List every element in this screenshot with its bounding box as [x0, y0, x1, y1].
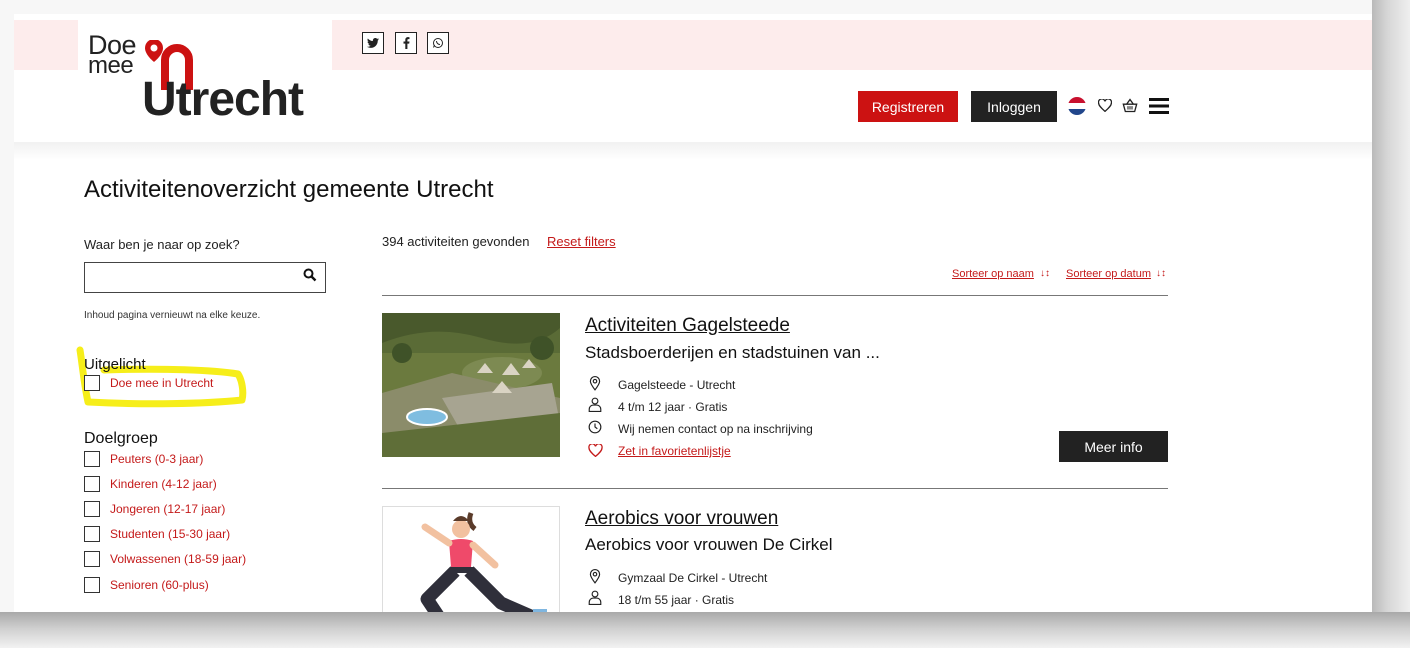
- audience-option-label[interactable]: Studenten (15-30 jaar): [110, 527, 230, 541]
- audience-checkbox[interactable]: [84, 551, 100, 567]
- featured-checkbox[interactable]: [84, 375, 100, 391]
- window-frame-left: [0, 0, 14, 648]
- site-logo[interactable]: Doe mee in Utrecht: [78, 20, 332, 138]
- activity-title[interactable]: Aerobics voor vrouwen: [585, 508, 778, 530]
- activity-location: Gymzaal De Cirkel - Utrecht: [618, 571, 768, 585]
- location-icon: [589, 569, 601, 584]
- activity-audience: 18 t/m 55 jaar · Gratis: [618, 593, 735, 607]
- more-info-button[interactable]: Meer info: [1059, 431, 1168, 462]
- logo-text-utrecht: Utrecht: [142, 73, 304, 126]
- audience-option-label[interactable]: Volwassenen (18-59 jaar): [110, 552, 246, 566]
- sort-az-icon[interactable]: ↓↕: [1040, 268, 1050, 279]
- audience-checkbox[interactable]: [84, 476, 100, 492]
- header-shadow: [14, 142, 1372, 160]
- favorite-heart-icon[interactable]: [588, 444, 603, 457]
- browser-viewport: Doe mee in Utrecht Registreren Inloggen …: [14, 14, 1372, 612]
- activity-time: Wij nemen contact op na inschrijving: [618, 422, 813, 436]
- search-label: Waar ben je naar op zoek?: [84, 237, 240, 252]
- results-divider: [382, 488, 1168, 489]
- sort-by-name-link[interactable]: Sorteer op naam: [952, 268, 1034, 280]
- sort-by-date-link[interactable]: Sorteer op datum: [1066, 268, 1151, 280]
- person-icon: [588, 397, 602, 412]
- search-icon[interactable]: [303, 268, 317, 282]
- audience-checkbox[interactable]: [84, 526, 100, 542]
- refresh-note: Inhoud pagina vernieuwt na elke keuze.: [84, 310, 261, 321]
- activity-audience: 4 t/m 12 jaar · Gratis: [618, 400, 728, 414]
- search-input[interactable]: [84, 262, 326, 293]
- location-icon: [589, 376, 601, 391]
- add-favorite-link[interactable]: Zet in favorietenlijstje: [618, 444, 731, 458]
- featured-title: Uitgelicht: [84, 356, 146, 373]
- audience-option-label[interactable]: Kinderen (4-12 jaar): [110, 477, 217, 491]
- whatsapp-icon[interactable]: [427, 32, 449, 54]
- heart-icon[interactable]: [1098, 99, 1112, 112]
- audience-option-label[interactable]: Peuters (0-3 jaar): [110, 452, 203, 466]
- clock-icon: [588, 420, 602, 434]
- activity-subtitle: Aerobics voor vrouwen De Cirkel: [585, 535, 833, 554]
- register-button[interactable]: Registreren: [858, 91, 958, 122]
- language-flag-icon[interactable]: [1068, 97, 1086, 115]
- basket-icon[interactable]: [1122, 98, 1138, 113]
- audience-checkbox[interactable]: [84, 577, 100, 593]
- hamburger-menu-icon[interactable]: [1149, 97, 1169, 115]
- activity-location: Gagelsteede - Utrecht: [618, 378, 736, 392]
- sort-date-icon[interactable]: ↓↕: [1156, 268, 1166, 279]
- window-frame-right: [1372, 0, 1410, 648]
- activity-title[interactable]: Activiteiten Gagelsteede: [585, 315, 790, 337]
- audience-checkbox[interactable]: [84, 451, 100, 467]
- audience-title: Doelgroep: [84, 430, 158, 447]
- window-frame-top: [0, 0, 1410, 14]
- activity-subtitle: Stadsboerderijen en stadstuinen van ...: [585, 343, 880, 362]
- featured-option-label[interactable]: Doe mee in Utrecht: [110, 376, 213, 390]
- logo-text-mee: mee: [88, 52, 134, 79]
- facebook-icon[interactable]: [395, 32, 417, 54]
- window-frame-bottom: [0, 612, 1410, 648]
- audience-option-label[interactable]: Jongeren (12-17 jaar): [110, 502, 225, 516]
- results-divider: [382, 295, 1168, 296]
- audience-option-label[interactable]: Senioren (60-plus): [110, 578, 209, 592]
- reset-filters-link[interactable]: Reset filters: [547, 234, 616, 249]
- twitter-icon[interactable]: [362, 32, 384, 54]
- login-button[interactable]: Inloggen: [971, 91, 1057, 122]
- page-title: Activiteitenoverzicht gemeente Utrecht: [84, 176, 494, 203]
- activity-image[interactable]: [382, 506, 560, 612]
- person-icon: [588, 590, 602, 605]
- audience-checkbox[interactable]: [84, 501, 100, 517]
- result-count: 394 activiteiten gevonden: [382, 234, 530, 249]
- activity-image[interactable]: [382, 313, 560, 457]
